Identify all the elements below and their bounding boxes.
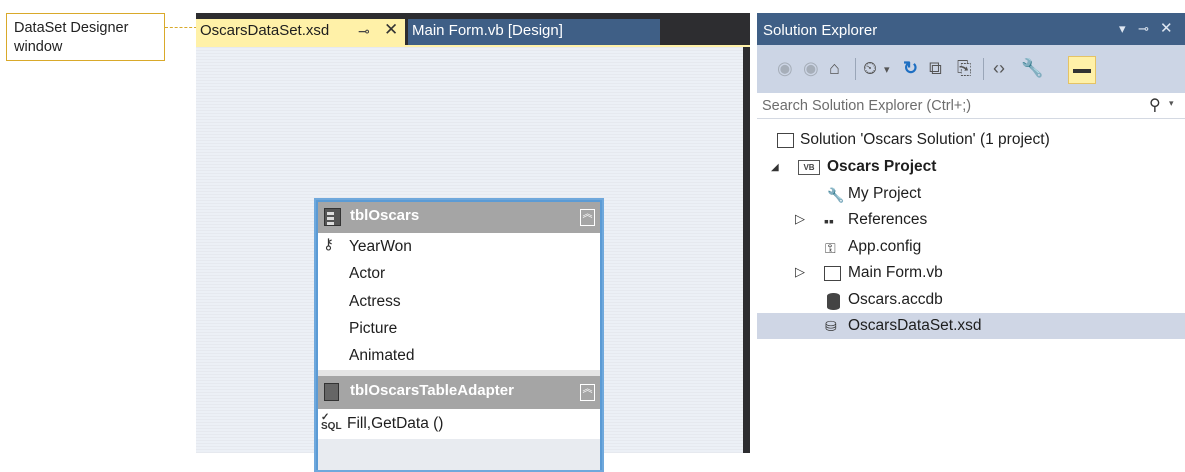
window-divider — [743, 47, 750, 453]
preview-selected-items-icon[interactable] — [1068, 56, 1096, 84]
column-row[interactable]: Actress — [318, 288, 600, 315]
dataset-designer-window: OscarsDataSet.xsd ⊸ ✕ Main Form.vb [Desi… — [196, 13, 750, 472]
tableadapter-query-row[interactable]: ✓ SQL Fill,GetData () — [318, 409, 600, 439]
window-position-dropdown-icon[interactable]: ▾ — [1119, 21, 1126, 37]
vb-project-icon: VB — [798, 160, 820, 175]
callout-leader-line — [165, 27, 197, 28]
solution-explorer-search: ⚲ ▾ — [757, 93, 1185, 119]
tab-oscarsdataset-xsd[interactable]: OscarsDataSet.xsd ⊸ ✕ — [196, 19, 405, 45]
expanded-arrow-icon[interactable]: ◢ — [771, 162, 779, 173]
forward-icon[interactable]: ◉ — [803, 58, 819, 79]
document-tabstrip: OscarsDataSet.xsd ⊸ ✕ Main Form.vb [Desi… — [196, 13, 750, 45]
datatable-header[interactable]: tblOscars ︽ — [318, 202, 600, 233]
tree-item-references[interactable]: ▷ ▪▪ References — [757, 209, 1185, 233]
view-code-icon[interactable]: ‹› — [993, 58, 1005, 79]
pending-changes-filter-icon[interactable]: ⏲ — [863, 58, 877, 79]
tab-main-form-design[interactable]: Main Form.vb [Design] — [408, 19, 660, 45]
tree-item-my-project[interactable]: 🔧 My Project — [757, 183, 1185, 207]
callout-label: DataSet Designer window — [6, 13, 165, 61]
datatable-columns: ⚷ YearWon Actor Actress Picture Animated — [318, 233, 600, 370]
toolbar-separator — [983, 58, 984, 80]
collapsed-arrow-icon[interactable]: ▷ — [795, 211, 805, 227]
pin-icon[interactable]: ⊸ — [1138, 21, 1149, 37]
tree-item-label: Main Form.vb — [848, 264, 943, 281]
datatable-name: tblOscars — [350, 207, 420, 224]
column-name: Animated — [349, 347, 415, 364]
tree-item-label: My Project — [848, 185, 922, 202]
refresh-icon[interactable]: ↻ — [903, 58, 918, 79]
config-file-icon: ⚿ — [825, 240, 836, 256]
search-input[interactable] — [757, 93, 1147, 118]
close-icon[interactable]: ✕ — [1160, 19, 1173, 37]
tree-item-label: App.config — [848, 238, 922, 255]
column-name: Actress — [349, 293, 401, 310]
dataset-icon: ⛁ — [825, 318, 837, 334]
solution-explorer-toolbar: ◉ ◉ ⌂ ⏲ ▾ ↻ ⧉ ⎘ ‹› 🔧 — [757, 45, 1185, 93]
database-icon — [827, 293, 840, 310]
solution-explorer-panel: Solution Explorer ▾ ⊸ ✕ ◉ ◉ ⌂ ⏲ ▾ ↻ ⧉ ⎘ … — [757, 13, 1185, 453]
form-icon — [824, 266, 841, 281]
wrench-icon: 🔧 — [827, 187, 845, 203]
column-row[interactable]: Actor — [318, 260, 600, 287]
tree-item-oscars-accdb[interactable]: Oscars.accdb — [757, 289, 1185, 313]
search-options-dropdown-icon[interactable]: ▾ — [1169, 98, 1174, 109]
collapse-icon[interactable]: ︽ — [580, 209, 595, 226]
tree-item-project[interactable]: ◢ VB Oscars Project — [757, 156, 1185, 180]
collapse-all-icon[interactable]: ⧉ — [929, 58, 942, 79]
solution-explorer-titlebar[interactable]: Solution Explorer ▾ ⊸ ✕ — [757, 13, 1185, 45]
tree-item-solution[interactable]: Solution 'Oscars Solution' (1 project) — [757, 129, 1185, 153]
column-name: Actor — [349, 265, 386, 282]
tree-item-label: References — [848, 211, 928, 228]
tableadapter-footer — [318, 439, 600, 470]
search-icon[interactable]: ⚲ — [1149, 95, 1161, 115]
callout-text: DataSet Designer window — [14, 20, 129, 55]
tree-item-oscarsdataset-xsd[interactable]: ⛁ OscarsDataSet.xsd — [757, 313, 1185, 339]
sql-query-icon: ✓ SQL — [321, 412, 342, 432]
solution-icon — [777, 133, 794, 148]
properties-wrench-icon[interactable]: 🔧 — [1021, 58, 1043, 79]
tableadapter-icon — [324, 383, 339, 401]
primary-key-icon: ⚷ — [323, 236, 334, 253]
tree-item-label: OscarsDataSet.xsd — [848, 317, 982, 334]
tab-label: Main Form.vb [Design] — [412, 22, 563, 39]
chevron-down-icon[interactable]: ▾ — [884, 63, 890, 76]
back-icon[interactable]: ◉ — [777, 58, 793, 79]
tree-item-app-config[interactable]: ⚿ App.config — [757, 236, 1185, 260]
table-icon — [324, 208, 341, 226]
tree-item-main-form[interactable]: ▷ Main Form.vb — [757, 262, 1185, 286]
column-name: Picture — [349, 320, 398, 337]
references-icon: ▪▪ — [824, 213, 834, 229]
collapse-icon[interactable]: ︽ — [580, 384, 595, 401]
tree-item-label: Solution 'Oscars Solution' (1 project) — [800, 131, 1050, 148]
column-row[interactable]: Picture — [318, 315, 600, 342]
toolbar-separator — [855, 58, 856, 80]
tableadapter-header[interactable]: tblOscarsTableAdapter ︽ — [318, 376, 600, 409]
column-row[interactable]: Animated — [318, 342, 600, 369]
tableadapter-name: tblOscarsTableAdapter — [350, 382, 514, 399]
designer-canvas[interactable]: tblOscars ︽ ⚷ YearWon Actor Actress Pict… — [196, 47, 743, 472]
collapsed-arrow-icon[interactable]: ▷ — [795, 264, 805, 280]
query-method-name: Fill,GetData () — [347, 415, 444, 432]
home-icon[interactable]: ⌂ — [829, 58, 840, 79]
tree-item-label: Oscars Project — [827, 158, 937, 175]
close-icon[interactable]: ✕ — [384, 20, 398, 40]
datatable-tbloscars[interactable]: tblOscars ︽ ⚷ YearWon Actor Actress Pict… — [314, 198, 604, 472]
tab-label: OscarsDataSet.xsd — [200, 22, 330, 39]
show-all-files-icon[interactable]: ⎘ — [957, 58, 971, 79]
column-name: YearWon — [349, 238, 412, 255]
column-row[interactable]: ⚷ YearWon — [318, 233, 600, 260]
pin-icon[interactable]: ⊸ — [358, 23, 370, 40]
tree-item-label: Oscars.accdb — [848, 291, 943, 308]
panel-title: Solution Explorer — [763, 22, 878, 39]
